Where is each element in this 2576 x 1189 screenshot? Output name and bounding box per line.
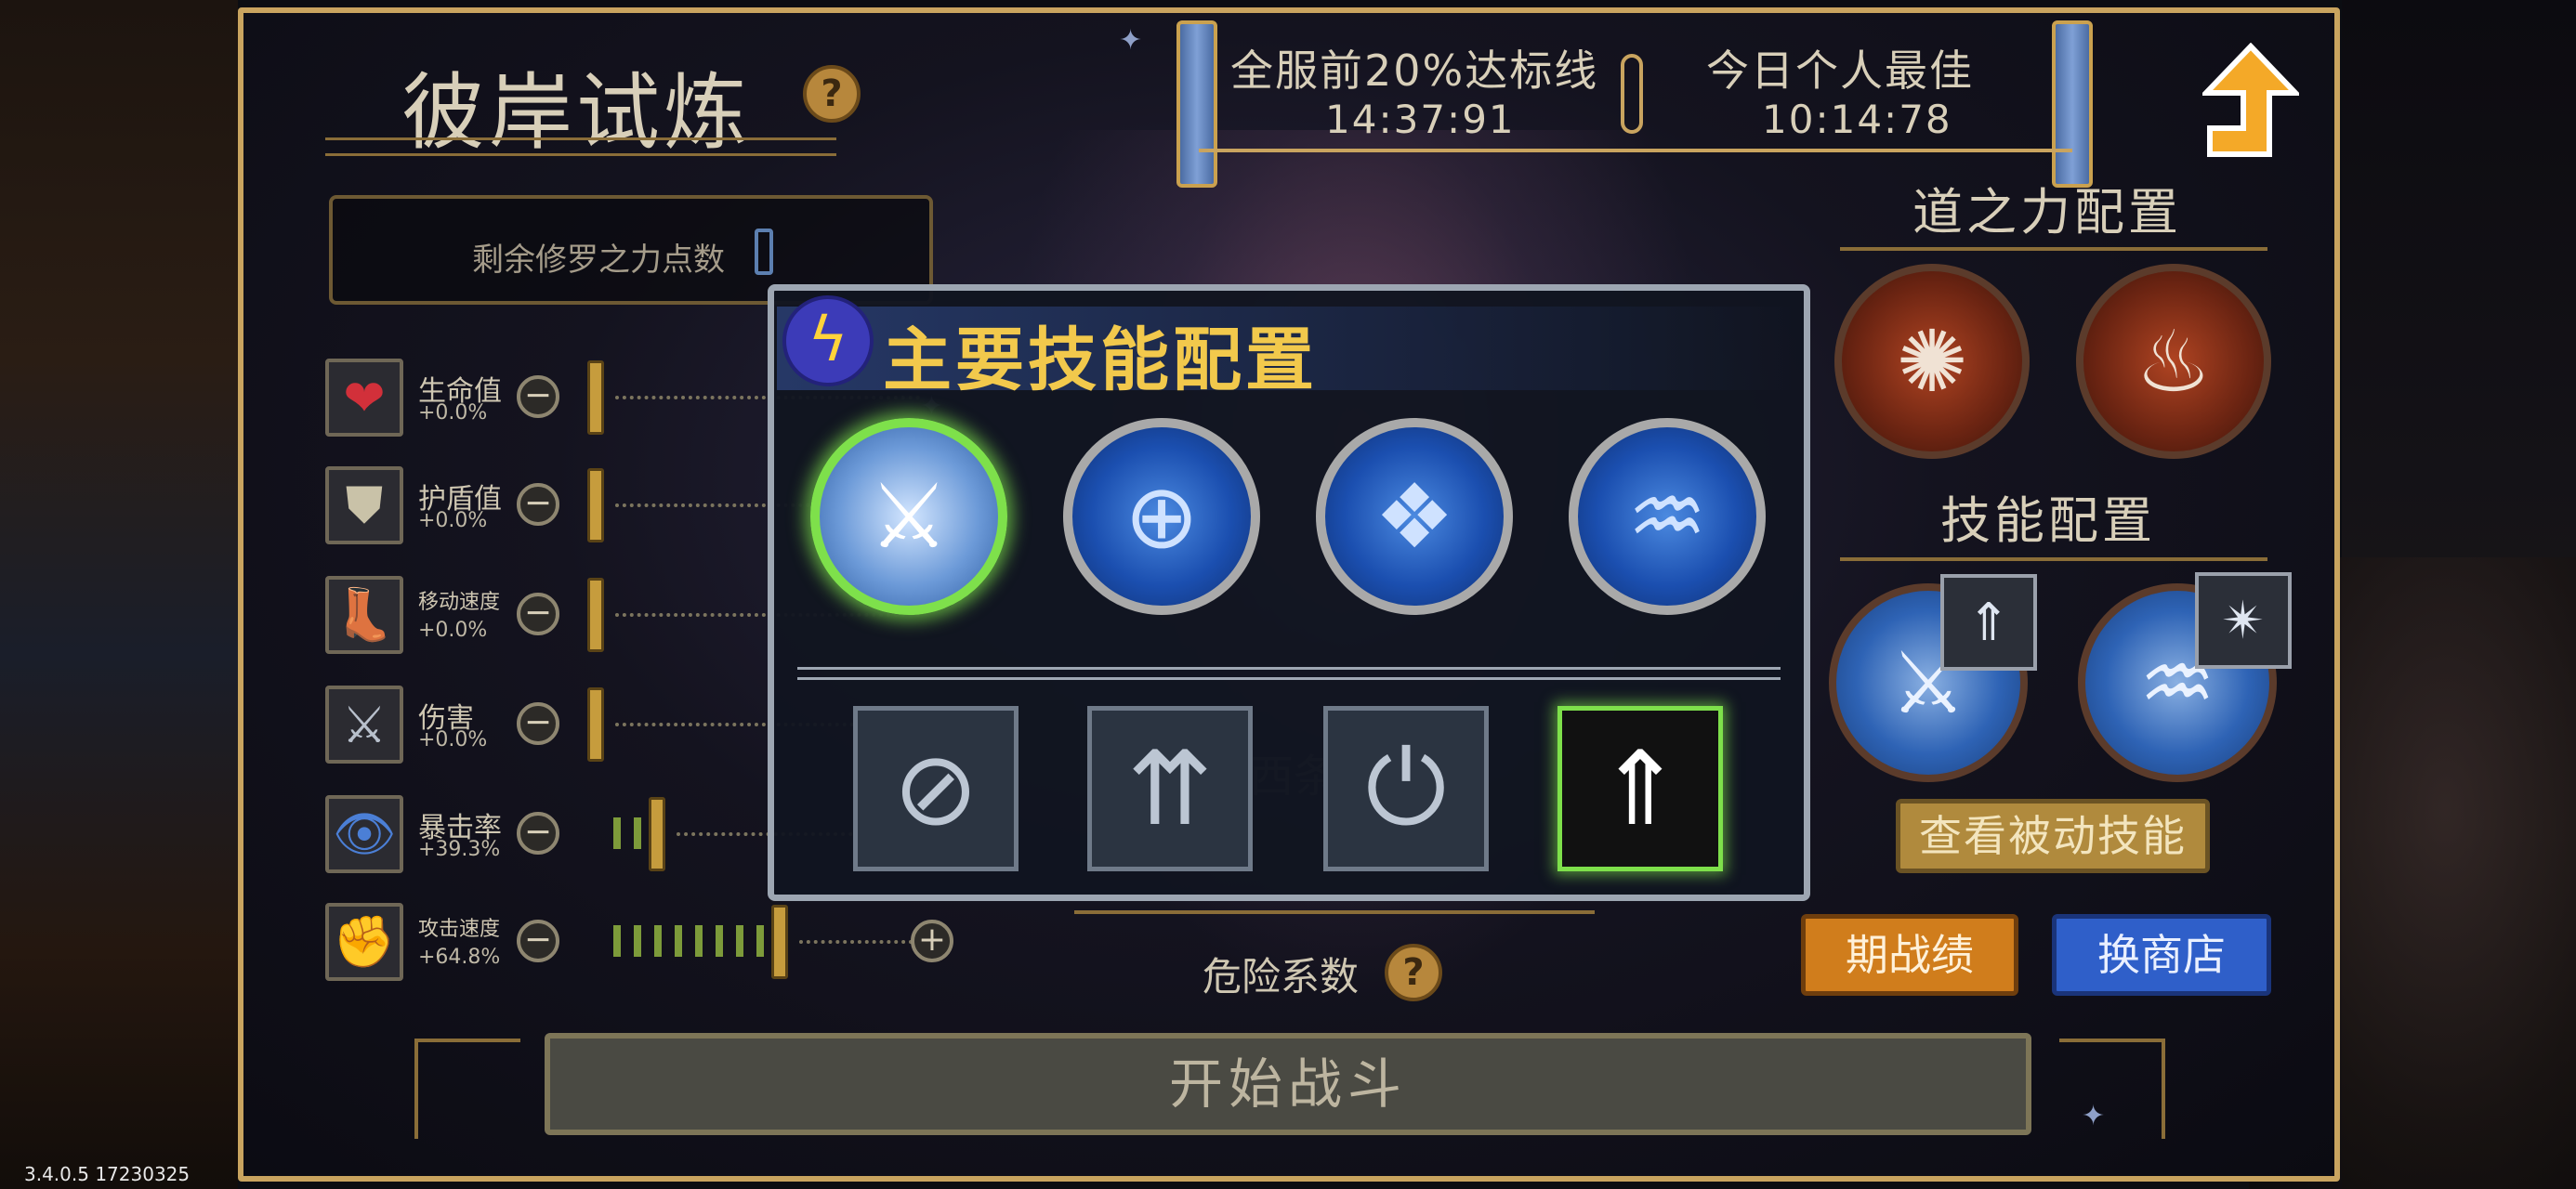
scroll-ornament-left (1176, 20, 1217, 188)
fill-segment (634, 925, 641, 957)
timer-divider (1199, 149, 2072, 152)
stat-name: 攻击速度 (418, 918, 501, 941)
server-top-value: 14:37:91 (1325, 97, 1516, 142)
view-passive-skills-button[interactable]: 查看被动技能 (1896, 799, 2210, 873)
danger-divider (1074, 910, 1595, 914)
personal-best-label: 今日个人最佳 (1706, 46, 1974, 96)
fill-segment (654, 925, 662, 957)
help-button[interactable]: ? (803, 65, 861, 123)
stat-value: +64.8% (418, 946, 501, 969)
stat-slider-knob[interactable] (587, 687, 604, 762)
dao-divider (1840, 247, 2267, 251)
exit-arrow-button[interactable] (2202, 43, 2299, 158)
server-top-label: 全服前20%达标线 (1230, 46, 1599, 96)
fist-icon: ✊ (325, 903, 403, 981)
stat-value: +0.0% (418, 728, 488, 751)
heart-icon: ❤ (325, 359, 403, 437)
danger-level-label: 危险系数 (1203, 954, 1360, 1000)
flame-skill-icon: ♒ (1626, 464, 1708, 568)
personal-best-value: 10:14:78 (1762, 97, 1952, 142)
decrease-button[interactable]: − (517, 920, 559, 962)
scroll-ornament-right (2052, 20, 2093, 188)
season-record-button[interactable]: 期战绩 (1801, 914, 2018, 996)
stat-slider-knob[interactable] (587, 578, 604, 652)
star-decoration: ✦ (1119, 24, 1143, 57)
shield-icon: ⛊ (325, 466, 403, 544)
dao-config-title: 道之力配置 (1912, 183, 2182, 242)
main-skill-slot-4[interactable]: ♒ (1569, 418, 1766, 615)
fill-segment (634, 817, 641, 849)
fill-segment (736, 925, 743, 957)
version-label: 3.4.0.5 17230325 (24, 1163, 191, 1185)
stat-value: +0.0% (418, 619, 488, 642)
sword-skill-icon: ⚔ (868, 464, 950, 568)
timer-separator (1621, 54, 1643, 134)
eye-icon: 👁 (325, 795, 403, 873)
start-ornament-left (414, 1039, 520, 1139)
start-ornament-right (2059, 1039, 2165, 1139)
fill-segment (613, 925, 621, 957)
decrease-button[interactable]: − (517, 375, 559, 418)
decrease-button[interactable]: − (517, 483, 559, 526)
fill-segment (695, 925, 703, 957)
stat-slider-knob[interactable] (771, 905, 788, 979)
stat-value: +39.3% (418, 838, 501, 861)
ground-arrows-icon: ⇑ (1597, 729, 1684, 848)
ground-arrows-icon: ⇑ (1966, 592, 2011, 653)
stat-slider-knob[interactable] (587, 468, 604, 542)
exchange-shop-button[interactable]: 换商店 (2052, 914, 2271, 996)
modal-title: 主要技能配置 (883, 320, 1318, 400)
increase-button[interactable]: + (911, 920, 953, 962)
energy-arrows-icon: ⇈ (1126, 729, 1214, 848)
skill-divider (1840, 557, 2267, 561)
stat-name: 移动速度 (418, 591, 501, 614)
start-battle-button[interactable]: 开始战斗 (545, 1033, 2031, 1135)
danger-help-button[interactable]: ? (1385, 944, 1442, 1001)
claw-icon: ♨ (2135, 311, 2213, 412)
decrease-button[interactable]: − (517, 593, 559, 635)
fill-segment (756, 925, 764, 957)
lightning-icon: ϟ (782, 295, 874, 386)
remaining-points-label: 剩余修罗之力点数 (472, 242, 725, 279)
main-skill-slot-2[interactable]: ⊕ (1063, 418, 1260, 615)
boot-icon: 👢 (325, 576, 403, 654)
crack-skill-icon: ❖ (1373, 464, 1455, 568)
stat-value: +0.0% (418, 401, 488, 425)
option-none[interactable]: ⊘ (853, 706, 1019, 871)
fill-segment (716, 925, 723, 957)
sword-icon: ⚔ (325, 686, 403, 764)
lightning-break-icon: ✴ (2221, 590, 2266, 651)
crosshair-skill-icon: ⊕ (1124, 464, 1200, 568)
skill-slot-1-badge: ⇑ (1940, 574, 2037, 671)
skill-config-title: 技能配置 (1940, 491, 2156, 550)
dao-slot-2[interactable]: ♨ (2076, 264, 2271, 459)
fill-segment (613, 817, 621, 849)
main-skill-slot-3[interactable]: ❖ (1316, 418, 1513, 615)
stat-value: +0.0% (418, 509, 488, 532)
fill-segment (675, 925, 682, 957)
decrease-button[interactable]: − (517, 702, 559, 745)
left-background-scene (0, 0, 238, 1189)
decrease-button[interactable]: − (517, 812, 559, 855)
option-energy[interactable]: ⇈ (1087, 706, 1253, 871)
stat-slider-knob[interactable] (587, 360, 604, 435)
main-skill-slot-1[interactable]: ⚔ (810, 418, 1007, 615)
stat-slider-knob[interactable] (649, 797, 665, 871)
dao-slot-1[interactable]: ✺ (1834, 264, 2030, 459)
no-icon: ⊘ (892, 729, 979, 848)
modal-divider (797, 667, 1781, 680)
option-ground-arrows[interactable]: ⇑ (1557, 706, 1723, 871)
title-ornament (325, 137, 836, 156)
stat-track (799, 940, 920, 947)
remaining-points-indicator (755, 229, 773, 275)
blossom-icon: ✺ (1896, 311, 1968, 412)
skill-slot-2-badge: ✴ (2195, 572, 2292, 669)
option-cooldown[interactable]: ⏻ (1323, 706, 1489, 871)
cooldown-icon: ⏻ (1365, 728, 1447, 847)
stat-fill (613, 925, 784, 957)
